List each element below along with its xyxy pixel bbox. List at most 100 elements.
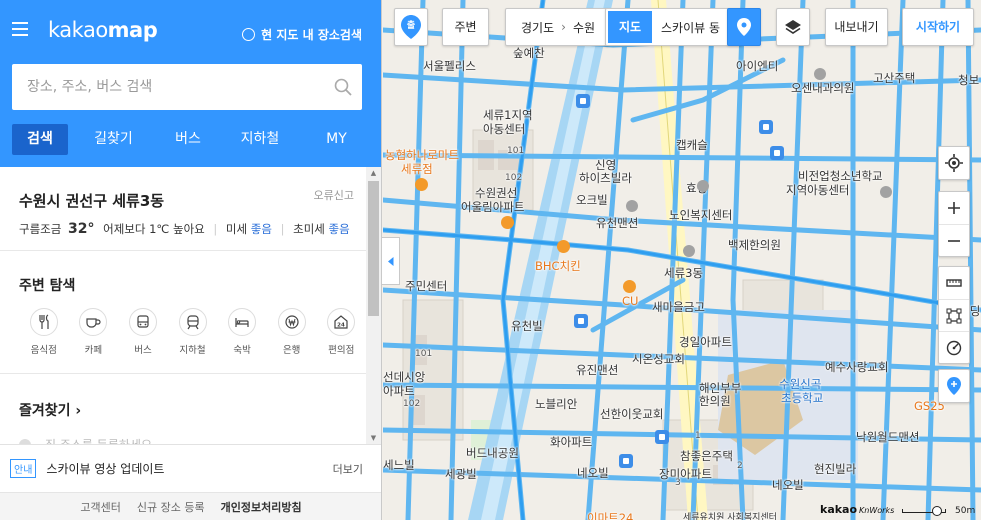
- scroll-down-icon[interactable]: ▼: [366, 432, 381, 444]
- hamburger-menu-icon[interactable]: [12, 22, 28, 36]
- map-label[interactable]: 노인복지센터: [669, 207, 732, 223]
- tab-search[interactable]: 검색: [12, 124, 68, 155]
- poi-icon[interactable]: [683, 245, 695, 257]
- map-label[interactable]: 초등학교: [781, 390, 823, 406]
- bus-stop-icon[interactable]: [655, 430, 669, 444]
- map-label[interactable]: 숲예찬: [513, 45, 545, 61]
- breadcrumb-province[interactable]: 경기도: [521, 19, 554, 36]
- map-label[interactable]: 장미아파트: [659, 466, 712, 482]
- nearby-bus[interactable]: 버스: [118, 308, 168, 356]
- cafe-pin-icon[interactable]: [501, 216, 514, 229]
- notice-text[interactable]: 스카이뷰 영상 업데이트: [46, 460, 164, 477]
- map-label[interactable]: 네오빌: [577, 465, 609, 481]
- map-label[interactable]: 노블리안: [535, 396, 577, 412]
- map-label[interactable]: 참좋은주택: [680, 448, 733, 464]
- search-input[interactable]: [12, 64, 324, 110]
- map-label[interactable]: 하이츠빌라: [579, 170, 632, 186]
- distance-tool-button[interactable]: [939, 267, 969, 299]
- map-label[interactable]: 아동센터: [483, 121, 525, 137]
- map-label[interactable]: 유천빌: [511, 318, 543, 334]
- tab-bus[interactable]: 버스: [159, 124, 217, 155]
- map-view[interactable]: 숲예찬 서울펠리스 아이엔티 오센내과의원 고산주택 청보 세류1지역 아동센터…: [383, 0, 981, 520]
- bus-stop-icon[interactable]: [576, 94, 590, 108]
- zoom-in-button[interactable]: [939, 192, 969, 224]
- map-label[interactable]: 유진맨션: [576, 362, 618, 378]
- map-label[interactable]: 선한이웃교회: [600, 406, 663, 422]
- my-location-button[interactable]: [939, 147, 969, 179]
- sidebar-scrollbar[interactable]: ▲ ▼: [366, 167, 381, 444]
- map-label[interactable]: 세류3동: [664, 265, 703, 281]
- map-label[interactable]: 오센내과의원: [791, 80, 854, 96]
- tab-directions[interactable]: 길찾기: [68, 124, 159, 155]
- start-button[interactable]: 시작하기: [902, 8, 974, 46]
- map-label[interactable]: 낙원월드맨션: [856, 429, 919, 445]
- map-label[interactable]: 네오빌: [772, 477, 804, 493]
- origin-marker-button[interactable]: 출: [394, 8, 428, 46]
- map-label[interactable]: 백제한의원: [728, 237, 781, 253]
- map-type-skyview-button[interactable]: 스카이뷰 동: [652, 19, 720, 36]
- layers-button[interactable]: [776, 8, 810, 46]
- add-place-button[interactable]: [939, 370, 969, 402]
- food-pin-icon[interactable]: [557, 240, 570, 253]
- poi-icon[interactable]: [697, 180, 709, 192]
- map-label[interactable]: 시온성교회: [632, 351, 685, 367]
- poi-icon[interactable]: [626, 200, 638, 212]
- poi-icon[interactable]: [880, 186, 892, 198]
- map-label[interactable]: 세류유치원 사회복지센터: [683, 510, 777, 520]
- map-type-map-button[interactable]: 지도: [608, 11, 652, 43]
- nearby-bank[interactable]: 은행: [267, 308, 317, 356]
- map-label[interactable]: 세느빌: [383, 457, 415, 473]
- map-label[interactable]: 서울펠리스: [423, 58, 476, 74]
- nearby-convenience[interactable]: 24 편의점: [316, 308, 366, 356]
- map-label[interactable]: CU: [622, 294, 638, 308]
- mart-icon[interactable]: [415, 178, 428, 191]
- map-label[interactable]: 청보: [958, 72, 979, 88]
- bus-stop-icon[interactable]: [619, 454, 633, 468]
- kakaomap-logo[interactable]: kakaomap: [48, 18, 158, 42]
- area-tool-button[interactable]: [939, 299, 969, 331]
- search-icon[interactable]: [324, 64, 362, 110]
- map-label[interactable]: 한의원: [699, 393, 731, 409]
- bus-stop-icon[interactable]: [759, 120, 773, 134]
- nearby-cafe[interactable]: 카페: [69, 308, 119, 356]
- nearby-restaurant[interactable]: 음식점: [19, 308, 69, 356]
- map-label[interactable]: 버드내공원: [466, 445, 519, 461]
- nearby-button[interactable]: 주변: [442, 8, 489, 46]
- map-label[interactable]: BHC치킨: [535, 258, 581, 274]
- map-label[interactable]: 현진빌라: [814, 461, 856, 477]
- favorites-title[interactable]: 즐겨찾기 ›: [19, 400, 366, 420]
- map-label[interactable]: 새마을금고: [652, 299, 705, 315]
- map-label[interactable]: 유천맨션: [596, 215, 638, 231]
- map-label[interactable]: 주민센터: [405, 278, 447, 294]
- map-label[interactable]: 화아파트: [550, 434, 592, 450]
- map-label[interactable]: 이마트24: [587, 510, 633, 520]
- scroll-thumb[interactable]: [368, 181, 379, 316]
- nearby-subway[interactable]: 지하철: [168, 308, 218, 356]
- breadcrumb-city[interactable]: 수원: [573, 19, 595, 36]
- map-label[interactable]: 예수사랑교회: [825, 359, 888, 375]
- footer-register-link[interactable]: 신규 장소 등록: [137, 499, 205, 515]
- map-label[interactable]: 경일아파트: [679, 334, 732, 350]
- map-label[interactable]: 세광빌: [445, 466, 477, 482]
- map-label[interactable]: 어울림아파트: [461, 199, 524, 215]
- nearby-lodging[interactable]: 숙박: [217, 308, 267, 356]
- poi-icon[interactable]: [814, 68, 826, 80]
- bus-stop-icon[interactable]: [770, 146, 784, 160]
- search-in-view-toggle[interactable]: 현 지도 내 장소검색: [242, 26, 362, 43]
- error-report-link[interactable]: 오류신고: [314, 187, 354, 203]
- map-label[interactable]: 아파트: [383, 383, 415, 399]
- sidebar-collapse-button[interactable]: [382, 237, 400, 285]
- favorites-home-hint[interactable]: 집 주소를 등록하세요: [19, 436, 366, 444]
- radius-tool-button[interactable]: [939, 331, 969, 363]
- map-label[interactable]: 오크빌: [576, 192, 608, 208]
- bus-stop-icon[interactable]: [574, 314, 588, 328]
- zoom-out-button[interactable]: [939, 224, 969, 256]
- tab-my[interactable]: MY: [303, 124, 370, 155]
- footer-help-link[interactable]: 고객센터: [80, 499, 120, 515]
- export-button[interactable]: 내보내기: [825, 8, 888, 46]
- map-label[interactable]: 고산주택: [873, 70, 915, 86]
- map-label[interactable]: 지역아동센터: [786, 182, 849, 198]
- notice-more-link[interactable]: 더보기: [333, 461, 363, 477]
- tab-subway[interactable]: 지하철: [217, 124, 303, 155]
- map-label[interactable]: 세류점: [401, 161, 433, 177]
